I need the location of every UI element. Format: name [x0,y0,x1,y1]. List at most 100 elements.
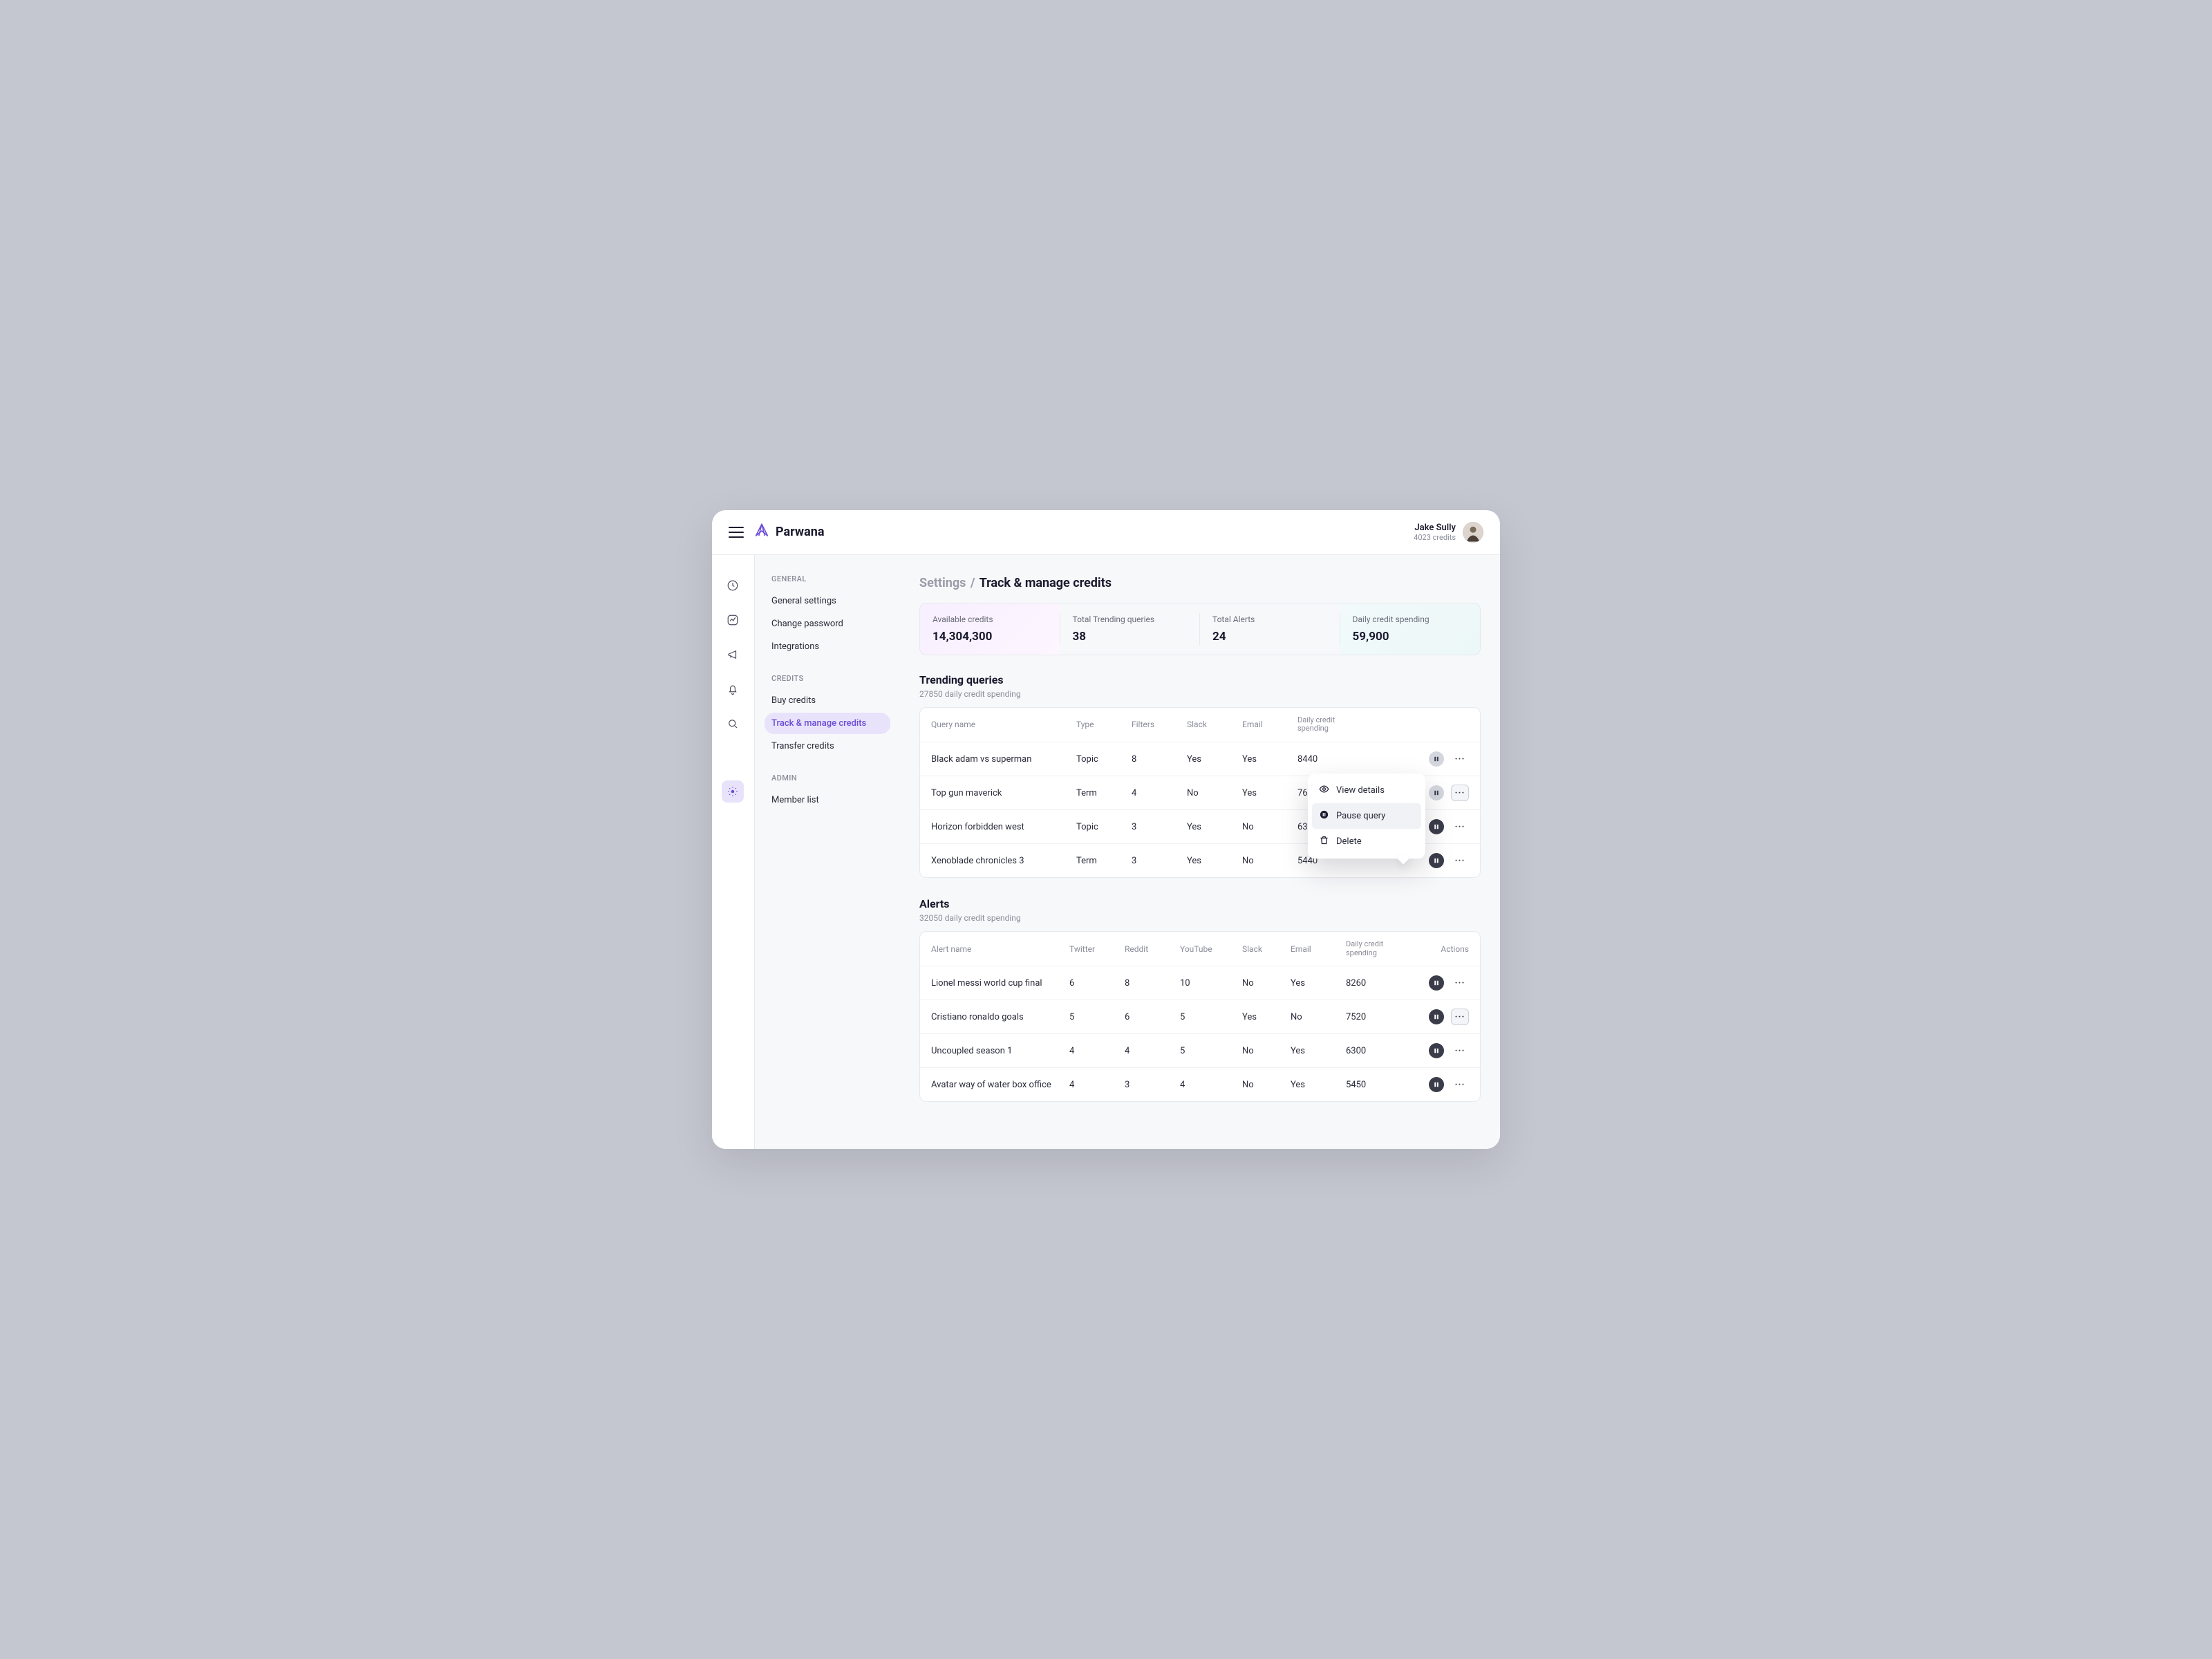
dropdown-item[interactable]: View details [1312,778,1421,803]
cell-spend: 6300 [1346,1046,1429,1056]
cell-spend: 7520 [1346,1012,1429,1022]
cell-filters: 4 [1132,788,1187,798]
stat-value: 38 [1073,630,1188,644]
nav-analytics[interactable] [722,609,744,631]
cell-slack: No [1187,788,1242,798]
cell-slack: Yes [1187,754,1242,765]
trash-icon [1319,835,1329,848]
sidebar-section-label: GENERAL [765,574,890,590]
stat-card: Total Alerts 24 [1200,603,1340,655]
more-button[interactable]: ··· [1451,1076,1469,1093]
pause-button[interactable] [1429,751,1444,767]
pause-button[interactable] [1429,785,1444,800]
more-button[interactable]: ··· [1451,818,1469,835]
row-actions-dropdown: View details Pause query Delete [1308,774,1425,859]
user-credits: 4023 credits [1414,533,1456,542]
cell-reddit: 8 [1125,978,1180,988]
col-header: Email [1291,944,1346,954]
dropdown-item[interactable]: Delete [1312,829,1421,854]
col-header: Slack [1187,720,1242,729]
header-right: Jake Sully 4023 credits [1414,522,1483,543]
nav-notifications[interactable] [722,678,744,700]
sidebar-item[interactable]: Change password [765,613,890,635]
cell-actions: ··· [1380,751,1469,767]
more-button[interactable]: ··· [1451,975,1469,991]
sidebar-item[interactable]: Buy credits [765,690,890,711]
stat-label: Daily credit spending [1353,615,1468,624]
dropdown-item[interactable]: Pause query [1312,803,1421,829]
cell-alert-name: Uncoupled season 1 [931,1046,1069,1056]
cell-actions: ··· [1429,1009,1469,1025]
cell-email: Yes [1291,1080,1346,1090]
cell-youtube: 5 [1180,1012,1242,1022]
cell-spend: 8260 [1346,978,1429,988]
body: GENERALGeneral settingsChange passwordIn… [712,555,1500,1150]
cell-filters: 8 [1132,754,1187,765]
avatar[interactable] [1463,522,1483,543]
cell-reddit: 6 [1125,1012,1180,1022]
menu-icon[interactable] [729,523,744,541]
more-button[interactable]: ··· [1451,785,1469,801]
sidebar-item[interactable]: Integrations [765,636,890,657]
nav-settings[interactable] [722,780,744,803]
app-window: Parwana Jake Sully 4023 credits [712,510,1500,1150]
nav-campaigns[interactable] [722,644,744,666]
pause-button[interactable] [1429,853,1444,868]
col-header: Email [1242,720,1297,729]
cell-query-name: Black adam vs superman [931,754,1076,765]
logo[interactable]: Parwana [752,521,824,543]
dropdown-item-label: View details [1336,785,1385,796]
cell-twitter: 5 [1069,1012,1125,1022]
cell-reddit: 3 [1125,1080,1180,1090]
more-button[interactable]: ··· [1451,1009,1469,1025]
col-header: Daily creditspending [1297,716,1380,733]
more-button[interactable]: ··· [1451,751,1469,767]
stat-card: Available credits 14,304,300 [920,603,1060,655]
cell-alert-name: Avatar way of water box office [931,1080,1069,1090]
stat-value: 14,304,300 [932,630,1048,644]
sidebar-item[interactable]: Track & manage credits [765,713,890,734]
col-header: Type [1076,720,1132,729]
breadcrumb-root[interactable]: Settings [919,576,966,590]
col-header: Alert name [931,944,1069,954]
pause-button[interactable] [1429,1009,1444,1024]
stat-label: Total Trending queries [1073,615,1188,624]
col-header: Daily creditspending [1346,940,1429,957]
stat-value: 24 [1212,630,1328,644]
stat-label: Available credits [932,615,1048,624]
sidebar-item[interactable]: Member list [765,789,890,811]
sidebar-section-label: CREDITS [765,674,890,690]
table-row: Uncoupled season 1 4 4 5 No Yes 6300 ··· [920,1033,1480,1067]
cell-actions: ··· [1429,1042,1469,1059]
sidebar: GENERALGeneral settingsChange passwordIn… [755,555,900,1150]
cell-type: Topic [1076,822,1132,832]
pause-button[interactable] [1429,975,1444,991]
breadcrumb-leaf: Track & manage credits [980,576,1112,590]
cell-twitter: 4 [1069,1080,1125,1090]
alerts-table: Alert name Twitter Reddit YouTube Slack … [919,931,1481,1102]
cell-email: Yes [1242,788,1297,798]
dropdown-item-label: Delete [1336,836,1362,847]
nav-search[interactable] [722,713,744,735]
more-button[interactable]: ··· [1451,1042,1469,1059]
cell-query-name: Xenoblade chronicles 3 [931,856,1076,866]
stats: Available credits 14,304,300 Total Trendi… [919,603,1481,655]
eye-icon [1319,784,1329,797]
table-row: Cristiano ronaldo goals 5 6 5 Yes No 752… [920,1000,1480,1033]
cell-slack: No [1242,1080,1291,1090]
cell-alert-name: Lionel messi world cup final [931,978,1069,988]
user-meta: Jake Sully 4023 credits [1414,523,1456,542]
col-header: Filters [1132,720,1187,729]
main: Settings / Track & manage credits Availa… [900,555,1500,1150]
cell-query-name: Horizon forbidden west [931,822,1076,832]
sidebar-item[interactable]: General settings [765,590,890,612]
pause-button[interactable] [1429,1043,1444,1058]
pause-button[interactable] [1429,819,1444,834]
pause-button[interactable] [1429,1077,1444,1092]
cell-slack: Yes [1187,822,1242,832]
col-header: Reddit [1125,944,1180,954]
cell-email: Yes [1242,754,1297,765]
more-button[interactable]: ··· [1451,852,1469,869]
sidebar-item[interactable]: Transfer credits [765,735,890,757]
nav-dashboard[interactable] [722,574,744,597]
